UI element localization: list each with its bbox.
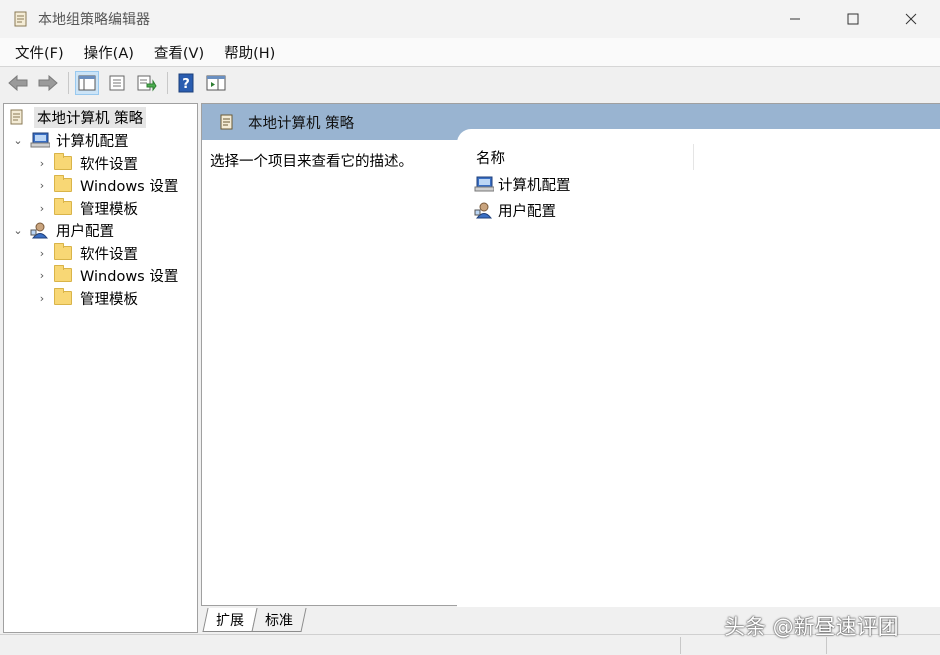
back-arrow-icon: [8, 74, 28, 91]
menu-bar: 文件(F) 操作(A) 查看(V) 帮助(H): [0, 38, 940, 66]
forward-arrow-icon: [38, 74, 58, 91]
policy-scroll-icon: [218, 113, 236, 131]
close-icon: [905, 13, 917, 25]
menu-help[interactable]: 帮助(H): [217, 42, 282, 63]
tree-item-computer-admin-templates[interactable]: › 管理模板: [36, 197, 138, 219]
tree-item-user-config[interactable]: ⌄ 用户配置: [12, 219, 114, 241]
list-item-label: 用户配置: [498, 203, 556, 220]
tree-root[interactable]: 本地计算机 策略: [8, 106, 147, 128]
tree-item-user-windows[interactable]: › Windows 设置: [36, 264, 178, 286]
minimize-icon: [790, 18, 800, 20]
policy-editor-icon: [12, 10, 30, 28]
title-bar: 本地组策略编辑器: [0, 0, 940, 38]
maximize-button[interactable]: [824, 0, 882, 38]
folder-icon: [54, 265, 72, 282]
menu-view[interactable]: 查看(V): [147, 42, 211, 63]
chevron-right-icon[interactable]: ›: [36, 292, 48, 305]
folder-icon: [54, 153, 72, 170]
tree-item-computer-windows[interactable]: › Windows 设置: [36, 174, 178, 196]
computer-icon: [30, 131, 51, 149]
list-item[interactable]: 用户配置: [474, 199, 556, 221]
tree-item-computer-config[interactable]: ⌄ 计算机配置: [12, 129, 129, 151]
watermark: 头条 @新昼速评团: [724, 615, 899, 639]
folder-icon: [54, 198, 72, 215]
status-divider: [680, 637, 681, 654]
chevron-right-icon[interactable]: ›: [36, 269, 48, 282]
toolbar: ?: [0, 66, 940, 98]
export-list-button[interactable]: [135, 71, 159, 95]
column-header-label: 名称: [476, 150, 505, 167]
column-header-name[interactable]: 名称: [470, 144, 694, 170]
user-icon: [30, 221, 50, 239]
help-button[interactable]: ?: [174, 71, 198, 95]
tab-label: 扩展: [216, 612, 245, 629]
back-button[interactable]: [6, 71, 30, 95]
tree-root-label: 本地计算机 策略: [34, 106, 147, 128]
chevron-down-icon[interactable]: ⌄: [12, 224, 24, 237]
minimize-button[interactable]: [766, 0, 824, 38]
tab-extended[interactable]: 扩展: [202, 608, 258, 632]
maximize-icon: [847, 13, 859, 25]
tree-pane: 本地计算机 策略 ⌄ 计算机配置 › 软件设置 › Windows 设置 › 管…: [3, 103, 198, 633]
export-list-icon: [137, 75, 157, 91]
folder-icon: [54, 288, 72, 305]
window-controls: [766, 0, 940, 38]
tree-label: 管理模板: [80, 201, 138, 218]
properties-icon: [109, 75, 125, 90]
chevron-right-icon[interactable]: ›: [36, 157, 48, 170]
help-icon: ?: [178, 73, 194, 92]
show-action-pane-button[interactable]: [204, 71, 228, 95]
chevron-down-icon[interactable]: ⌄: [12, 134, 24, 147]
tree-label: 计算机配置: [56, 133, 129, 150]
folder-icon: [54, 243, 72, 260]
toolbar-separator: [68, 71, 69, 94]
list-item-label: 计算机配置: [498, 177, 571, 194]
window-title: 本地组策略编辑器: [38, 12, 150, 28]
details-header-title: 本地计算机 策略: [248, 115, 355, 132]
tree-label: Windows 设置: [80, 268, 179, 285]
close-button[interactable]: [882, 0, 940, 38]
menu-action[interactable]: 操作(A): [77, 42, 141, 63]
user-icon: [474, 201, 494, 219]
show-action-pane-icon: [206, 75, 226, 90]
chevron-right-icon[interactable]: ›: [36, 202, 48, 215]
tab-label: 标准: [265, 612, 294, 629]
menu-file[interactable]: 文件(F): [8, 42, 71, 63]
show-hide-tree-button[interactable]: [75, 70, 99, 95]
view-tabs: 扩展 标准: [202, 608, 307, 632]
forward-button[interactable]: [36, 71, 60, 95]
tree-label: 管理模板: [80, 291, 138, 308]
computer-icon: [474, 175, 495, 193]
tree-label: Windows 设置: [80, 178, 179, 195]
properties-button[interactable]: [105, 71, 129, 95]
details-pane: 本地计算机 策略 选择一个项目来查看它的描述。 名称 计算机配置 用户配置: [201, 103, 940, 607]
svg-text:?: ?: [182, 77, 190, 92]
description-text: 选择一个项目来查看它的描述。: [210, 154, 413, 170]
tree-label: 用户配置: [56, 223, 114, 240]
toolbar-separator: [167, 71, 168, 94]
policy-scroll-icon: [8, 108, 26, 126]
show-hide-tree-icon: [78, 75, 96, 90]
chevron-right-icon[interactable]: ›: [36, 179, 48, 192]
tree-item-computer-software[interactable]: › 软件设置: [36, 152, 138, 174]
list-item[interactable]: 计算机配置: [474, 173, 571, 195]
tab-standard[interactable]: 标准: [251, 608, 307, 632]
chevron-right-icon[interactable]: ›: [36, 247, 48, 260]
tree-item-user-admin-templates[interactable]: › 管理模板: [36, 287, 138, 309]
tree-label: 软件设置: [80, 156, 138, 173]
tree-item-user-software[interactable]: › 软件设置: [36, 242, 138, 264]
tree-label: 软件设置: [80, 246, 138, 263]
folder-icon: [54, 175, 72, 192]
